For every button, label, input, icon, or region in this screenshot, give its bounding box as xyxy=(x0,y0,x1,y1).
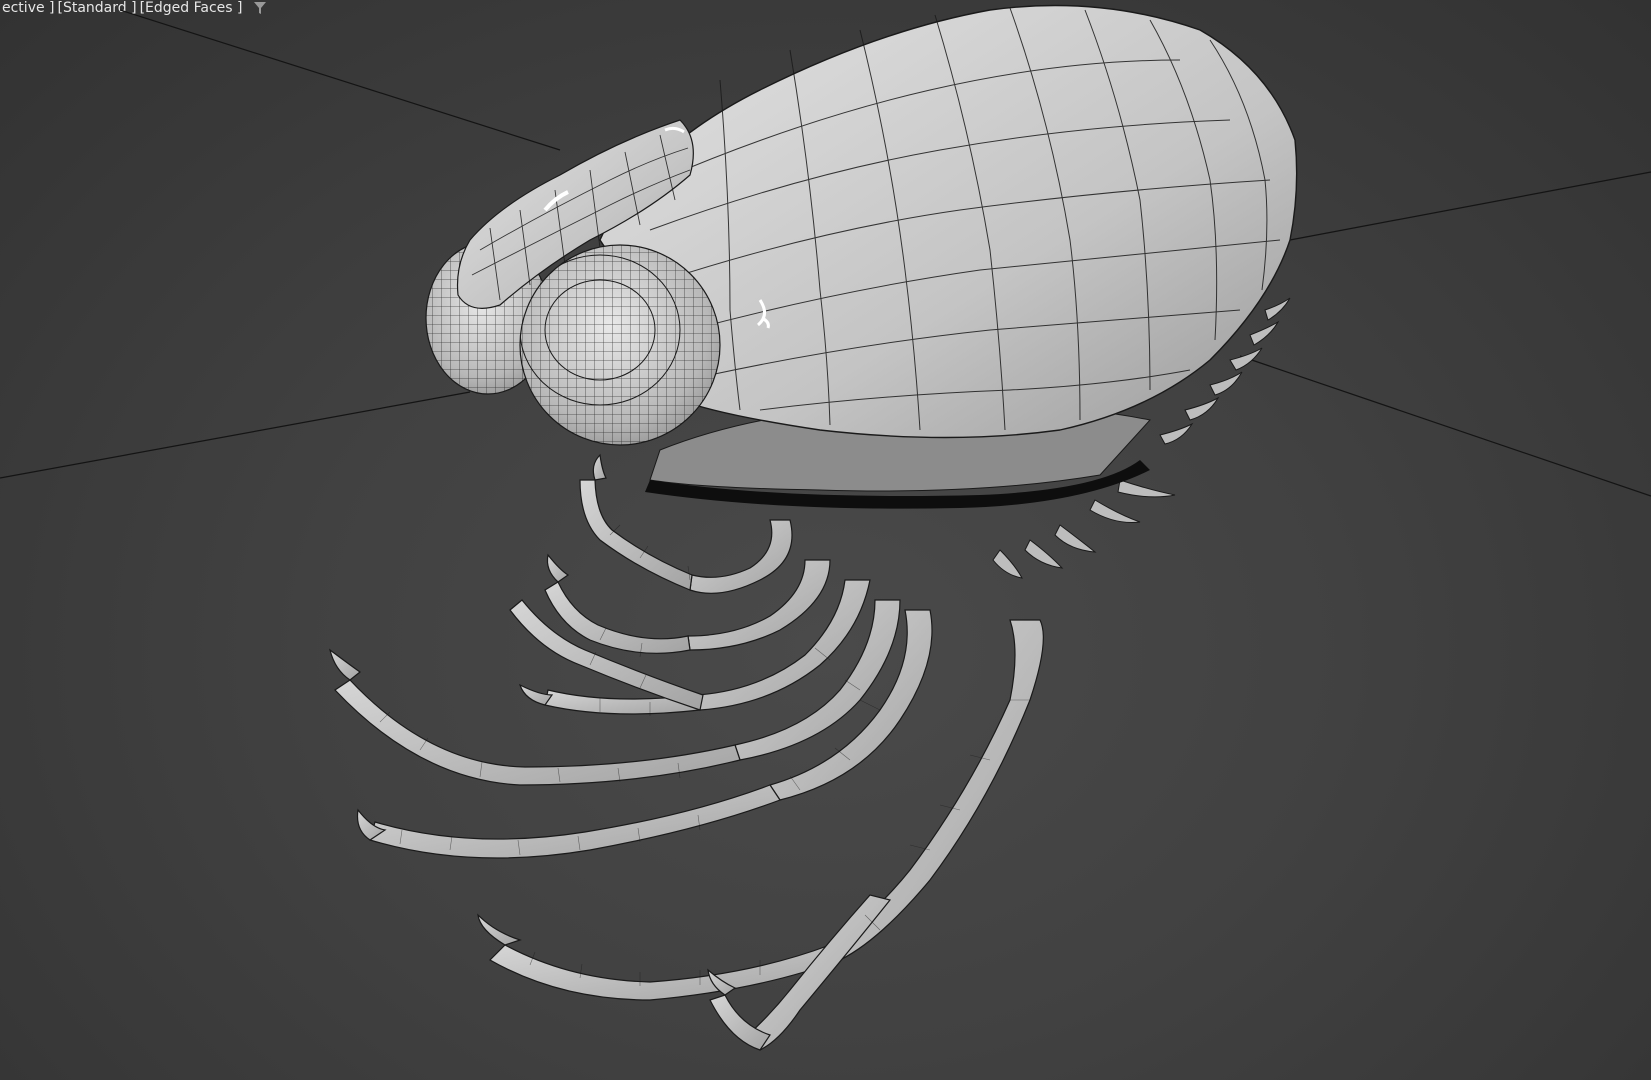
leg-claw xyxy=(329,648,362,681)
leg xyxy=(689,519,793,594)
leg-claw xyxy=(477,913,522,946)
leg xyxy=(489,944,841,1001)
grid-line xyxy=(1239,355,1651,497)
leg xyxy=(579,479,693,591)
leg-claw xyxy=(592,453,607,481)
grid-line xyxy=(119,9,561,151)
perspective-viewport[interactable]: ective ] [Standard ] [Edged Faces ] xyxy=(0,0,1651,1080)
grid-line xyxy=(0,391,471,479)
leg-claw xyxy=(546,553,570,583)
leg-claw xyxy=(518,683,554,706)
grid-line xyxy=(1289,171,1651,241)
scene-canvas xyxy=(0,4,1651,1051)
legs xyxy=(329,453,1044,1051)
leg xyxy=(369,784,781,859)
